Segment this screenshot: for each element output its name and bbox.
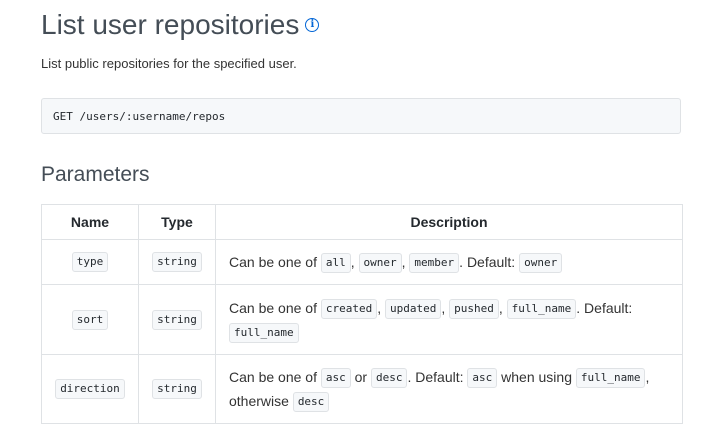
desc-text: or (350, 369, 371, 385)
desc-code: updated (385, 298, 442, 319)
desc-code: full_name (229, 322, 299, 343)
header-description: Description (215, 204, 683, 240)
desc-code: member (409, 253, 460, 274)
param-type: string (152, 252, 202, 272)
desc-text: , (401, 254, 410, 270)
table-row: sort string Can be one of created, updat… (41, 284, 683, 355)
endpoint-code-block: GET /users/:username/repos (41, 98, 681, 134)
desc-code: asc (467, 368, 498, 389)
param-type-cell: string (138, 239, 216, 285)
page-title-text: List user repositories (41, 9, 300, 40)
param-type: string (152, 379, 202, 399)
parameters-heading: Parameters (41, 163, 150, 186)
param-description: Can be one of asc or desc. Default: asc … (215, 354, 683, 424)
desc-text: . Default: (576, 299, 633, 316)
param-type-cell: string (138, 354, 216, 424)
desc-code: created (320, 298, 378, 319)
desc-text: , (350, 254, 359, 270)
intro-text: List public repositories for the specifi… (41, 56, 297, 71)
param-name: direction (55, 379, 125, 399)
desc-text: , (377, 299, 385, 316)
desc-text: . Default: (459, 254, 520, 270)
table-row: type string Can be one of all, owner, me… (41, 239, 683, 285)
desc-text: , (441, 299, 450, 316)
desc-code: owner (358, 253, 402, 274)
desc-code: desc (370, 368, 408, 389)
table-header-row: Name Type Description (41, 204, 683, 240)
desc-text: , (498, 299, 507, 316)
parameters-table: Name Type Description type string Can be… (41, 204, 683, 424)
param-name-cell: type (41, 239, 139, 285)
desc-text: . Default: (407, 369, 468, 385)
desc-code: full_name (575, 368, 646, 389)
header-type: Type (138, 204, 216, 240)
desc-code: full_name (506, 298, 577, 319)
desc-text: Can be one of (229, 299, 321, 316)
desc-text: when using (497, 369, 576, 385)
desc-text: Can be one of (229, 254, 321, 270)
endpoint-code: GET /users/:username/repos (53, 110, 226, 123)
desc-code: pushed (449, 298, 499, 319)
param-name-cell: direction (41, 354, 139, 424)
desc-code: owner (519, 253, 563, 274)
param-name: type (71, 252, 109, 272)
param-type-cell: string (138, 284, 216, 355)
info-icon[interactable]: i (305, 17, 320, 32)
table-row: direction string Can be one of asc or de… (41, 354, 683, 424)
header-name: Name (41, 204, 139, 240)
param-description: Can be one of created, updated, pushed, … (215, 284, 683, 355)
page-title: List user repositories i (41, 6, 320, 44)
desc-code: asc (320, 368, 351, 389)
param-type: string (152, 309, 202, 330)
desc-text: Can be one of (229, 369, 321, 385)
param-description: Can be one of all, owner, member. Defaul… (215, 239, 683, 285)
param-name: sort (71, 309, 109, 330)
param-name-cell: sort (41, 284, 139, 355)
desc-code: desc (292, 392, 330, 413)
desc-code: all (320, 253, 351, 274)
